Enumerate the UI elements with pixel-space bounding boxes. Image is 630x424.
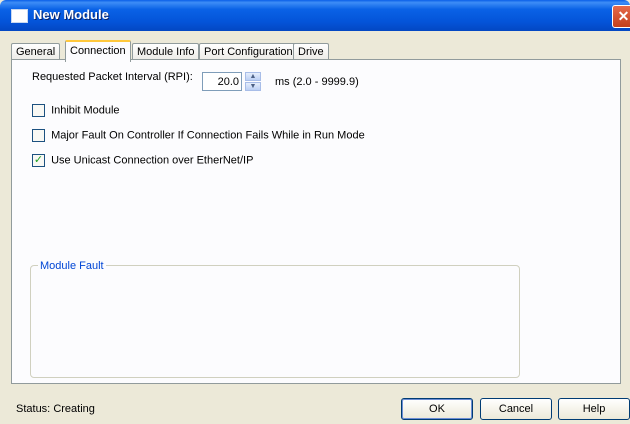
tab-connection[interactable]: Connection <box>65 40 131 62</box>
spin-up-icon[interactable]: ▲ <box>245 72 261 81</box>
tab-general[interactable]: General <box>11 43 61 60</box>
rpi-label: Requested Packet Interval (RPI): <box>32 71 193 83</box>
major-fault-label: Major Fault On Controller If Connection … <box>51 129 365 142</box>
help-button[interactable]: Help <box>558 398 630 420</box>
rpi-spinner: ▲ ▼ <box>245 72 261 91</box>
new-module-dialog: New Module ✕ General Connection Module I… <box>0 0 630 424</box>
inhibit-module-label: Inhibit Module <box>51 104 120 117</box>
ok-button[interactable]: OK <box>401 398 473 420</box>
rpi-input[interactable]: 20.0 <box>202 72 242 91</box>
status-value: Creating <box>53 403 95 415</box>
rpi-range-label: ms (2.0 - 9999.9) <box>275 76 359 88</box>
unicast-checkbox[interactable]: ✓ <box>32 154 45 167</box>
module-fault-group <box>30 265 520 378</box>
tab-module-info[interactable]: Module Info <box>132 43 200 60</box>
unicast-row[interactable]: ✓ Use Unicast Connection over EtherNet/I… <box>32 154 253 167</box>
major-fault-checkbox[interactable] <box>32 129 45 142</box>
inhibit-module-row[interactable]: Inhibit Module <box>32 104 120 117</box>
close-icon[interactable]: ✕ <box>612 5 630 28</box>
tab-port-configuration[interactable]: Port Configuration <box>199 43 298 60</box>
module-fault-title: Module Fault <box>38 260 106 272</box>
window-title: New Module <box>33 7 109 22</box>
status-bar: Status: Creating <box>16 403 95 415</box>
unicast-label: Use Unicast Connection over EtherNet/IP <box>51 154 254 167</box>
inhibit-module-checkbox[interactable] <box>32 104 45 117</box>
major-fault-row[interactable]: Major Fault On Controller If Connection … <box>32 129 365 142</box>
cancel-button[interactable]: Cancel <box>480 398 552 420</box>
spin-down-icon[interactable]: ▼ <box>245 82 261 91</box>
status-label: Status: <box>16 403 51 415</box>
title-bar[interactable]: New Module ✕ <box>0 0 630 31</box>
window-icon <box>11 9 28 23</box>
tab-drive[interactable]: Drive <box>293 43 329 60</box>
